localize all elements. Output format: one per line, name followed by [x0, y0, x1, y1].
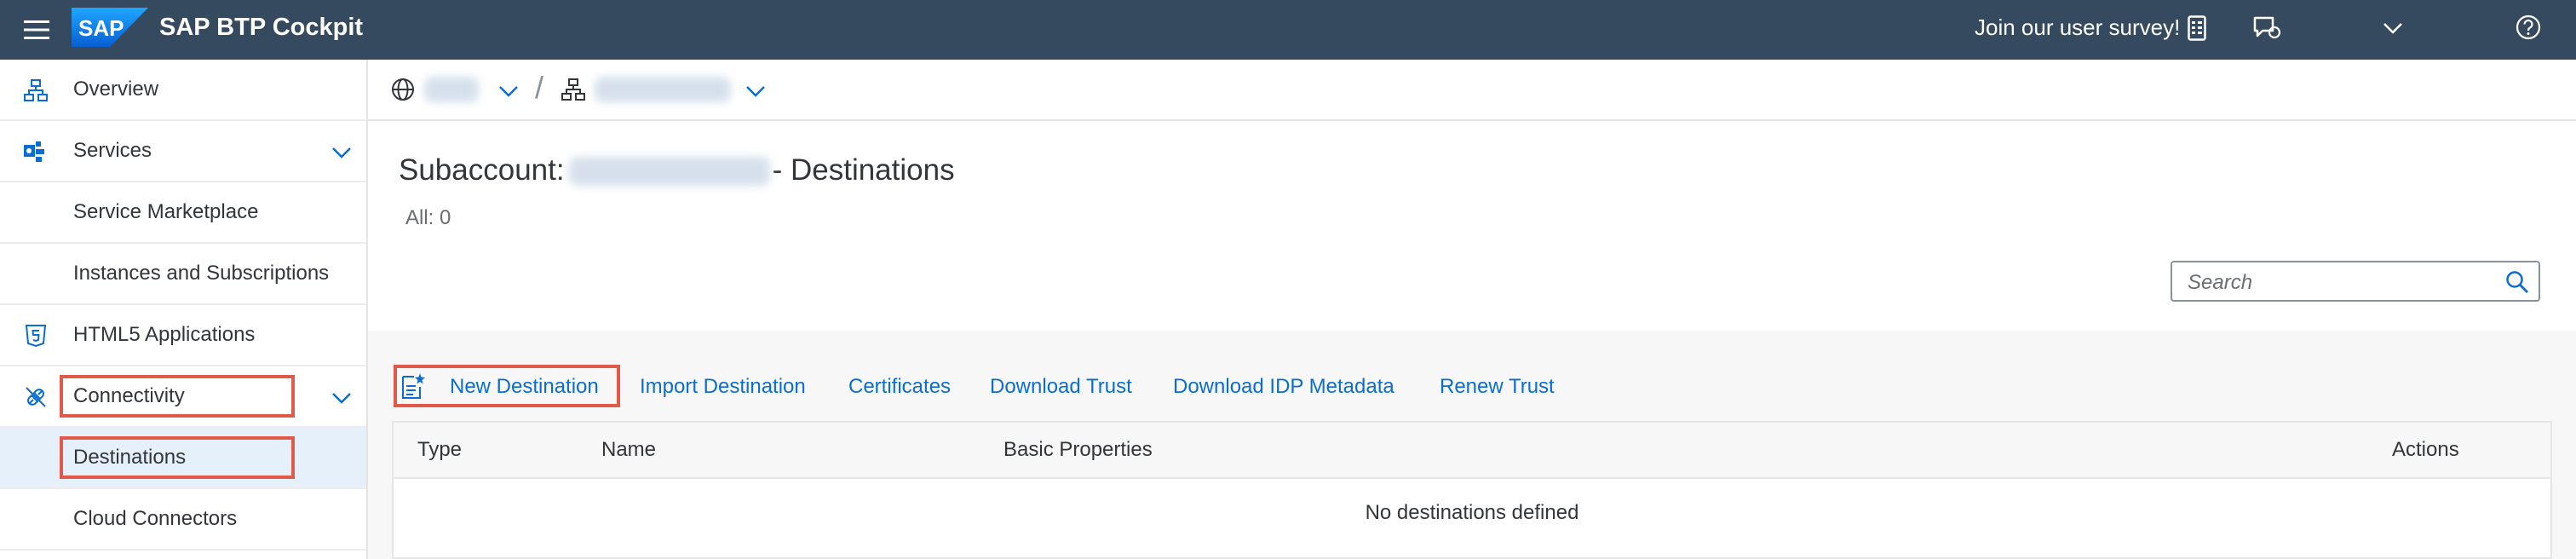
sidebar-item-label: Cloud Connectors — [73, 507, 238, 530]
empty-table-message: No destinations defined — [1365, 501, 1579, 524]
column-header-basic-properties[interactable]: Basic Properties — [1003, 438, 1153, 462]
connectivity-icon — [22, 383, 49, 411]
sidebar-item-html5-applications[interactable]: HTML5 Applications — [0, 305, 366, 366]
app-title: SAP BTP Cockpit — [159, 14, 364, 41]
destination-count: All: 0 — [405, 206, 451, 229]
download-idp-metadata-button[interactable]: Download IDP Metadata — [1173, 373, 1394, 401]
sidebar-item-label: HTML5 Applications — [73, 323, 256, 346]
search-input[interactable]: Search — [2188, 271, 2252, 295]
help-icon[interactable] — [2513, 12, 2544, 43]
sidebar-item-label: Overview — [73, 78, 159, 101]
html5-icon — [22, 322, 49, 349]
destinations-panel: New Destination Import Destination Certi… — [368, 331, 2576, 559]
chevron-down-icon[interactable] — [329, 385, 354, 411]
survey-link[interactable]: Join our user survey! — [1975, 10, 2180, 44]
globe-icon — [388, 75, 417, 104]
subaccount-icon — [559, 75, 588, 104]
chevron-down-icon[interactable] — [743, 78, 768, 104]
redacted-global-account[interactable] — [424, 77, 479, 102]
sidebar-item-label: Services — [73, 139, 152, 162]
redacted-subaccount-name — [569, 157, 770, 186]
side-navigation: Overview Services Service Marketplace In… — [0, 60, 368, 559]
highlight-destinations — [60, 436, 295, 479]
sidebar-item-overview[interactable]: Overview — [0, 60, 366, 121]
certificates-button[interactable]: Certificates — [848, 373, 951, 401]
chevron-down-icon[interactable] — [2380, 15, 2406, 41]
services-icon — [22, 138, 49, 165]
column-header-name[interactable]: Name — [601, 438, 656, 462]
sidebar-item-label: Instances and Subscriptions — [73, 262, 330, 285]
hierarchy-icon — [22, 77, 49, 104]
sidebar-item-cloud-connectors[interactable]: Cloud Connectors — [0, 489, 366, 550]
menu-icon[interactable] — [22, 15, 51, 44]
redacted-subaccount[interactable] — [595, 77, 731, 102]
renew-trust-button[interactable]: Renew Trust — [1440, 373, 1555, 401]
page-title-suffix: - Destinations — [772, 153, 955, 187]
main-content: / Subaccount: - Destinations All: 0 Searc… — [368, 60, 2576, 559]
search-icon[interactable] — [2504, 269, 2530, 295]
sidebar-item-instances-subscriptions[interactable]: Instances and Subscriptions — [0, 244, 366, 305]
destinations-table: Type Name Basic Properties Actions No de… — [392, 421, 2552, 559]
column-header-type[interactable]: Type — [417, 438, 462, 462]
shell-bar: SAP SAP BTP Cockpit Join our user survey… — [0, 0, 2576, 60]
breadcrumb: / — [368, 60, 2576, 121]
page-title-prefix: Subaccount: — [399, 153, 565, 187]
sap-logo[interactable]: SAP — [72, 8, 148, 47]
sidebar-item-service-marketplace[interactable]: Service Marketplace — [0, 182, 366, 244]
feedback-icon[interactable] — [2251, 13, 2283, 43]
sidebar-item-services[interactable]: Services — [0, 121, 366, 182]
survey-icon[interactable] — [2186, 13, 2208, 43]
chevron-down-icon[interactable] — [496, 78, 521, 104]
search-field[interactable]: Search — [2171, 261, 2540, 302]
column-header-actions: Actions — [2392, 438, 2459, 461]
highlight-new-destination — [394, 365, 620, 407]
sidebar-item-label: Service Marketplace — [73, 200, 259, 223]
highlight-connectivity — [60, 375, 295, 418]
table-header: Type Name Basic Properties Actions — [394, 423, 2550, 479]
sap-logo-text: SAP — [78, 15, 124, 41]
breadcrumb-separator: / — [535, 70, 544, 105]
download-trust-button[interactable]: Download Trust — [990, 373, 1132, 401]
import-destination-button[interactable]: Import Destination — [640, 373, 806, 401]
chevron-down-icon[interactable] — [329, 140, 354, 165]
